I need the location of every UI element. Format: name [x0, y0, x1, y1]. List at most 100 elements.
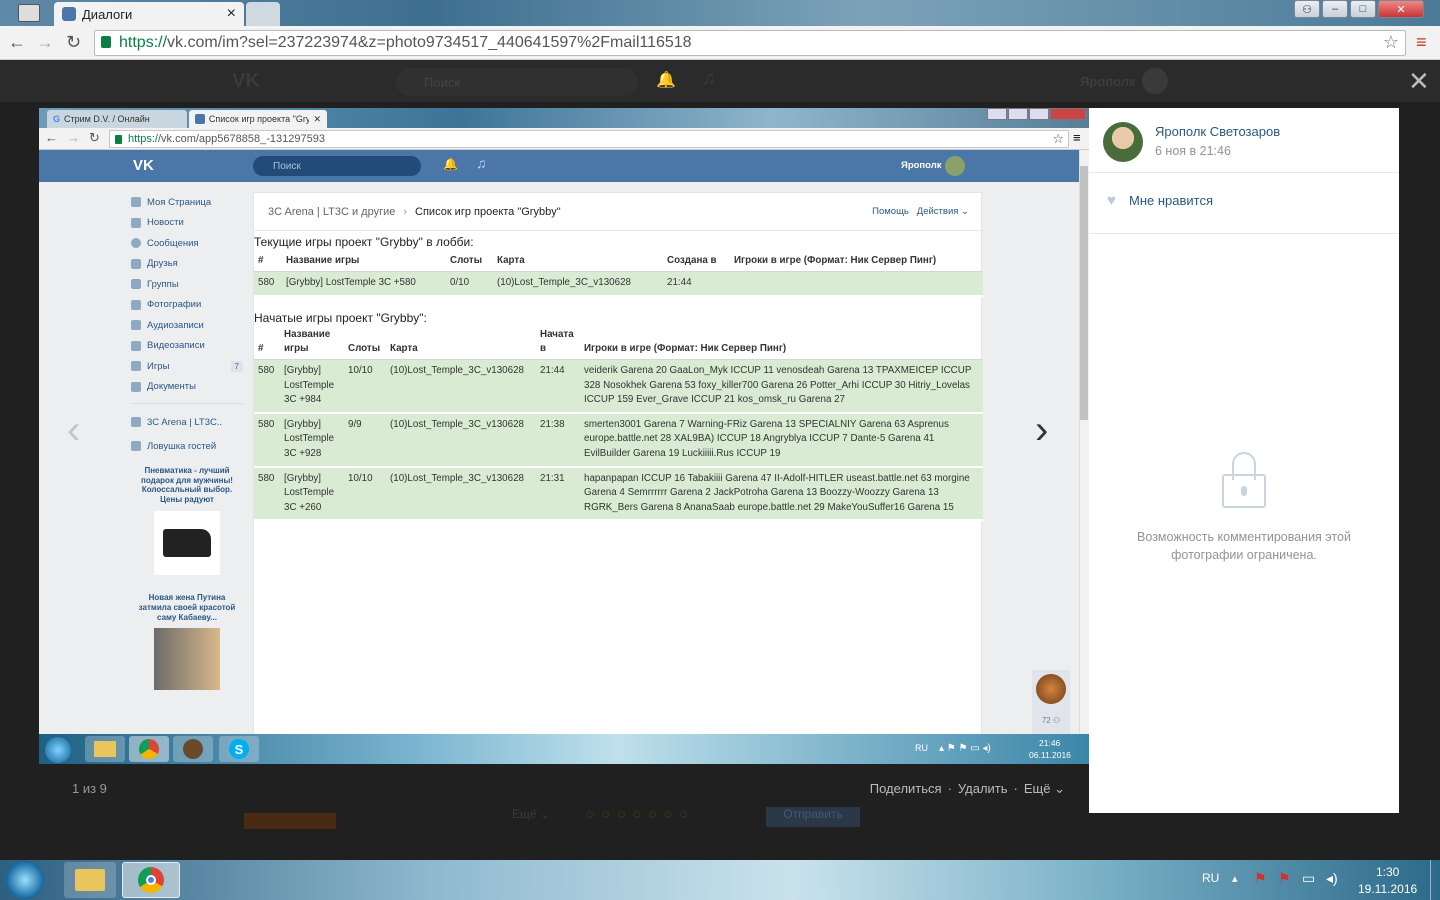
cell: 21:44: [663, 271, 730, 297]
explorer-taskbar-icon[interactable]: [64, 862, 116, 898]
cell: (10)Lost_Temple_3C_v130628: [493, 271, 663, 297]
post-date[interactable]: 6 ноя в 21:46: [1155, 144, 1231, 158]
tab-switcher-icon[interactable]: [18, 4, 40, 22]
chrome-menu-icon[interactable]: ≡: [1416, 32, 1427, 53]
inner-tab-games: Список игр проекта "Gry ✕: [189, 110, 327, 128]
user-icon[interactable]: ⚇: [1294, 0, 1320, 18]
author-avatar[interactable]: [1103, 122, 1143, 162]
inner-sidebar: Моя Страница Новости Сообщения Друзья Гр…: [131, 192, 243, 696]
table-row: 580 [Grybby] LostTemple 3C +580 0/10 (10…: [254, 271, 983, 297]
chrome-icon: [129, 736, 169, 762]
more-link[interactable]: Ещё ⌄: [1024, 781, 1065, 797]
inner-vk-header: VK Поиск 🔔 ♫ Ярополк: [39, 150, 1079, 182]
sidebar-label: 3C Arena | LT3C..: [147, 416, 223, 428]
reload-icon[interactable]: ↻: [66, 32, 81, 53]
breadcrumb-separator: ›: [403, 205, 408, 218]
col-header: Слоты: [446, 251, 493, 272]
gamepad-icon: [131, 361, 141, 372]
tab-close-icon[interactable]: ×: [227, 5, 236, 23]
vk-search-input[interactable]: Поиск: [396, 68, 638, 96]
photo-footer: 1 из 9 Поделиться · Удалить · Ещё ⌄: [39, 764, 1089, 813]
tray-volume-icon[interactable]: ◂): [1326, 870, 1338, 887]
vk-logo[interactable]: VK: [232, 70, 260, 93]
language-indicator[interactable]: RU: [1202, 871, 1219, 885]
divider: [1089, 172, 1399, 173]
cell: 21:38: [536, 412, 580, 468]
sidebar-item: Группы: [131, 274, 243, 295]
photo-screenshot: G Стрим D.V. / Онлайн Список игр проекта…: [39, 108, 1089, 764]
col-header: Создана в: [663, 251, 730, 272]
show-desktop-button[interactable]: [1430, 860, 1440, 900]
notifications-bell-icon[interactable]: 🔔: [656, 70, 676, 90]
cell: (10)Lost_Temple_3C_v130628: [386, 359, 536, 414]
clock-date[interactable]: 19.11.2016: [1358, 882, 1417, 896]
col-header: Начата в: [536, 325, 580, 360]
cell: veiderik Garena 20 GaaLon_Myk ICCUP 11 v…: [580, 359, 983, 414]
delete-link[interactable]: Удалить: [958, 781, 1008, 797]
news-icon: [131, 217, 141, 228]
url-input[interactable]: https://vk.com/im?sel=237223974&z=photo9…: [94, 30, 1406, 56]
inner-clock-time: 21:46: [1039, 738, 1061, 748]
tray-expand-icon[interactable]: ▴: [1232, 872, 1238, 885]
cell: 9/9: [344, 412, 386, 468]
header-user-name[interactable]: Ярополк: [1080, 74, 1135, 89]
prev-photo-icon[interactable]: ‹: [67, 408, 80, 453]
lobby-table: # Название игры Слоты Карта Создана в Иг…: [254, 251, 983, 297]
new-tab-button[interactable]: [246, 2, 280, 26]
close-window-button[interactable]: ✕: [1378, 0, 1424, 18]
cell: [Grybby] LostTemple 3C +984: [280, 359, 344, 414]
sidebar-label: Новости: [147, 217, 184, 229]
start-button[interactable]: [6, 861, 44, 899]
tray-network-icon[interactable]: ▭: [1302, 870, 1315, 887]
sidebar-item: Аудиозаписи: [131, 315, 243, 336]
sidebar-label: Аудиозаписи: [147, 319, 204, 331]
tab-dialogs[interactable]: Диалоги ×: [54, 2, 244, 26]
inner-user-name: Ярополк: [901, 160, 942, 171]
author-name[interactable]: Ярополк Светозаров: [1155, 124, 1280, 139]
heart-icon[interactable]: ♥: [1107, 192, 1116, 209]
tray-flag-icon[interactable]: ⚑: [1254, 870, 1267, 887]
tray-security-icon[interactable]: ⚑: [1278, 870, 1291, 887]
sidebar-item: Игры 7: [131, 356, 243, 377]
share-link[interactable]: Поделиться: [870, 781, 942, 797]
sidebar-label: Друзья: [147, 258, 178, 270]
ad-gun-image: [154, 511, 220, 576]
header-avatar[interactable]: [1142, 68, 1168, 94]
lock-icon: [1222, 452, 1266, 508]
col-header: Название игры: [280, 325, 344, 360]
cell: (10)Lost_Temple_3C_v130628: [386, 412, 536, 468]
bookmark-star-icon[interactable]: ☆: [1383, 32, 1399, 53]
inner-lang: RU: [915, 743, 928, 753]
window-controls: ⚇ – □ ✕: [1294, 0, 1424, 18]
behind-more: Ещё ⌄: [512, 807, 550, 821]
inner-tab-title: Стрим D.V. / Онлайн: [64, 114, 150, 124]
inner-url: https://vk.com/app5678858_-131297593 ☆: [109, 130, 1069, 148]
inner-tab-stream: G Стрим D.V. / Онлайн: [47, 110, 187, 128]
windows-taskbar: RU ▴ ⚑ ⚑ ▭ ◂) 1:30 19.11.2016: [0, 860, 1440, 900]
back-icon[interactable]: ←: [8, 32, 26, 53]
skype-icon: S: [219, 736, 259, 762]
table-row: 580 [Grybby] LostTemple 3C +984 10/10 (1…: [254, 359, 983, 414]
cell: hapanpapan ICCUP 16 Tabakiiii Garena 47 …: [580, 466, 983, 522]
cell: [730, 271, 983, 297]
forward-icon[interactable]: →: [36, 32, 54, 53]
next-photo-icon[interactable]: ›: [1035, 408, 1048, 453]
sidebar-label: Сообщения: [147, 237, 199, 249]
chrome-taskbar-icon[interactable]: [122, 862, 180, 898]
cell: 580: [254, 271, 282, 297]
inner-search-field: Поиск: [253, 156, 421, 176]
like-button[interactable]: Мне нравится: [1129, 193, 1213, 208]
close-viewer-icon[interactable]: ✕: [1408, 66, 1430, 97]
inner-url-path: vk.com/app5678858_-131297593: [161, 133, 325, 145]
maximize-button[interactable]: □: [1350, 0, 1376, 18]
help-actions: Помощь Действия ⌄: [872, 206, 969, 217]
table-row: 580 [Grybby] LostTemple 3C +928 9/9 (10)…: [254, 412, 983, 468]
cell: 10/10: [344, 359, 386, 414]
breadcrumb: 3C Arena | LT3C и другие › Список игр пр…: [254, 193, 983, 231]
sidebar-label: Ловушка гостей: [147, 440, 217, 452]
clock-time[interactable]: 1:30: [1376, 865, 1399, 879]
inner-avatar: [945, 156, 965, 176]
inner-vk-logo: VK: [133, 157, 154, 174]
music-icon[interactable]: ♫: [702, 68, 716, 89]
minimize-button[interactable]: –: [1322, 0, 1348, 18]
